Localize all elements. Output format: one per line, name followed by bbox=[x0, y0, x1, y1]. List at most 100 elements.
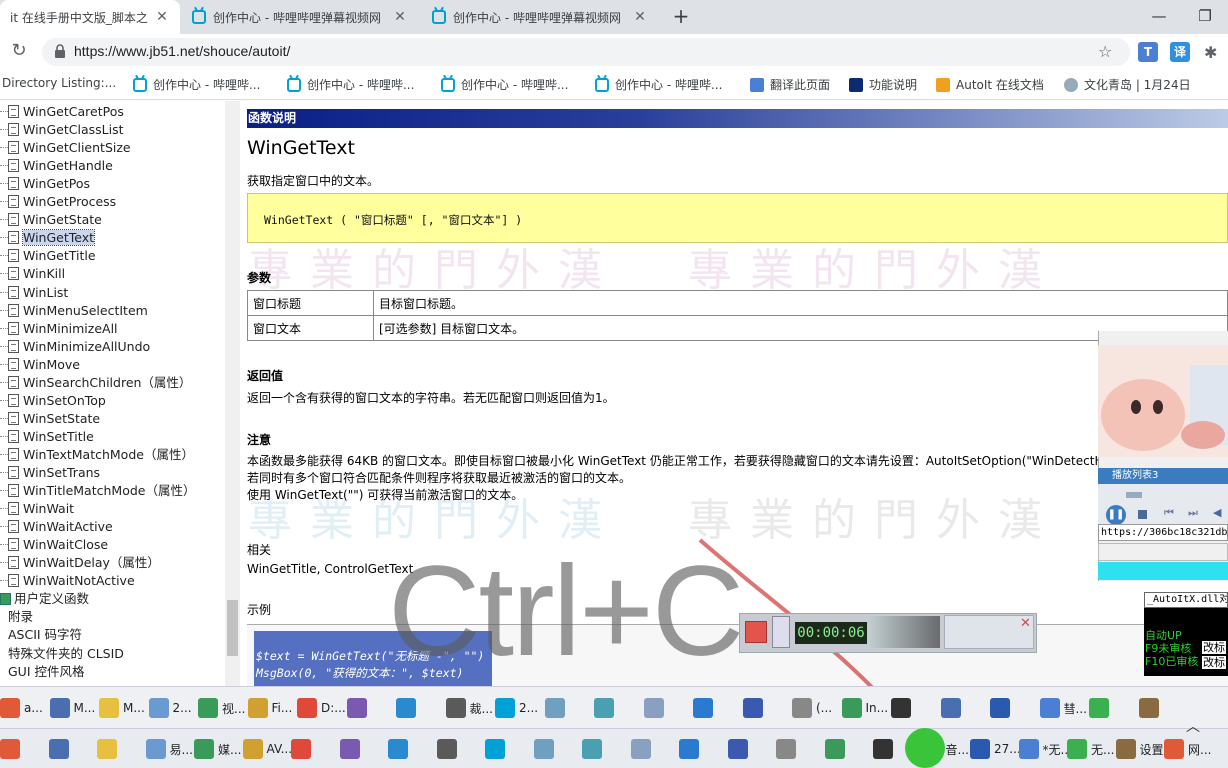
taskbar-row1-item[interactable]: a... bbox=[0, 695, 43, 721]
tree-item[interactable]: WinGetProcess bbox=[0, 193, 116, 211]
bookmark-directory-listing[interactable]: Directory Listing:... bbox=[2, 76, 116, 90]
taskbar-row2-item[interactable] bbox=[0, 736, 24, 762]
minimize-button[interactable]: — bbox=[1136, 0, 1182, 34]
taskbar-row1-item[interactable] bbox=[396, 695, 420, 721]
chevron-up-icon[interactable]: ︿ bbox=[1186, 716, 1200, 736]
bookmark-autoit-docs[interactable]: AutoIt 在线文档 bbox=[936, 76, 1044, 93]
taskbar-row2-item[interactable] bbox=[679, 736, 703, 762]
taskbar-row1-item[interactable] bbox=[891, 695, 915, 721]
taskbar-row1-item[interactable]: 视... bbox=[198, 695, 245, 721]
tree-item[interactable]: WinWaitActive bbox=[0, 518, 113, 536]
taskbar-row2-item[interactable]: 媒... bbox=[194, 736, 241, 762]
bookmark-bilibili-2[interactable]: 创作中心 - 哔哩哔... bbox=[287, 76, 414, 93]
taskbar-row2-item[interactable] bbox=[776, 736, 800, 762]
taskbar-row1-item[interactable]: In... bbox=[841, 695, 888, 721]
tree-item[interactable]: WinSetTrans bbox=[0, 464, 100, 482]
player-scrollbar[interactable] bbox=[1098, 543, 1228, 561]
url-text[interactable]: https://www.jb51.net/shouce/autoit/ bbox=[74, 43, 290, 59]
taskbar-row2-item[interactable] bbox=[388, 736, 412, 762]
taskbar-row1-item[interactable] bbox=[1089, 695, 1113, 721]
tree-folder[interactable]: 附录 bbox=[0, 608, 33, 626]
tree-folder[interactable]: GUI 控件风格 bbox=[0, 663, 85, 681]
taskbar-row2-item[interactable]: 设置 bbox=[1115, 736, 1164, 762]
tree-item[interactable]: WinGetState bbox=[0, 211, 102, 229]
close-icon[interactable]: ✕ bbox=[392, 9, 408, 25]
tab-autoit-manual[interactable]: it 在线手册中文版_脚本之家 ✕ bbox=[0, 0, 180, 34]
taskbar-row1-item[interactable]: (... bbox=[792, 695, 832, 721]
taskbar-row2-item[interactable] bbox=[291, 736, 315, 762]
bookmark-qingdao[interactable]: 文化青岛 | 1月24日 bbox=[1064, 76, 1191, 93]
extensions-puzzle-icon[interactable]: ✱ bbox=[1204, 43, 1217, 62]
taskbar-row1-item[interactable]: 2... bbox=[148, 695, 192, 721]
playlist-label[interactable]: 播放列表3 bbox=[1098, 468, 1228, 484]
taskbar-row2-item[interactable]: AV... bbox=[242, 736, 292, 762]
taskbar-row1-item[interactable]: M... bbox=[99, 695, 145, 721]
pause-icon[interactable]: ❚❚ bbox=[1106, 505, 1126, 525]
taskbar-row2-item[interactable]: 无... bbox=[1067, 736, 1114, 762]
tree-item[interactable]: WinWait bbox=[0, 500, 74, 518]
tree-item[interactable]: WinGetCaretPos bbox=[0, 103, 124, 121]
taskbar-row2-item[interactable]: *无... bbox=[1018, 736, 1072, 762]
tree-item[interactable]: WinSetState bbox=[0, 410, 100, 428]
tree-item[interactable]: WinWaitClose bbox=[0, 536, 108, 554]
translate-extension-icon[interactable]: T bbox=[1138, 42, 1158, 62]
tree-item[interactable]: WinGetText bbox=[0, 229, 96, 247]
taskbar-row1-item[interactable]: 裁... bbox=[445, 695, 493, 721]
tree-item[interactable]: WinGetPos bbox=[0, 175, 90, 193]
taskbar-row1-item[interactable] bbox=[643, 695, 668, 721]
tree-item[interactable]: WinKill bbox=[0, 265, 65, 283]
tree-item[interactable]: WinGetClassList bbox=[0, 121, 124, 139]
bookmark-function-desc[interactable]: 功能说明 bbox=[849, 76, 917, 93]
player-url[interactable]: https://306bc18c321db3 bbox=[1098, 524, 1228, 541]
tree-item[interactable]: WinWaitDelay（属性） bbox=[0, 554, 160, 572]
close-icon[interactable]: ✕ bbox=[1020, 616, 1031, 631]
tree-item[interactable]: WinMenuSelectItem bbox=[0, 302, 148, 320]
video-thumbnail[interactable] bbox=[1098, 345, 1228, 457]
tree-item[interactable]: WinMinimizeAll bbox=[0, 320, 118, 338]
taskbar-row2-item[interactable] bbox=[485, 736, 509, 762]
next-icon[interactable]: ⏭ bbox=[1188, 506, 1198, 520]
tree-item[interactable]: WinSetOnTop bbox=[0, 392, 106, 410]
tree-folder[interactable]: 特殊文件夹的 CLSID bbox=[0, 645, 124, 663]
taskbar-row1-item[interactable] bbox=[742, 695, 767, 721]
tree-scrollbar-thumb[interactable] bbox=[227, 600, 238, 656]
tree-item[interactable]: WinTextMatchMode（属性） bbox=[0, 446, 194, 464]
bookmark-bilibili-4[interactable]: 创作中心 - 哔哩哔... bbox=[595, 76, 722, 93]
taskbar-row2-item[interactable] bbox=[339, 736, 364, 762]
clock-icon[interactable] bbox=[772, 616, 790, 648]
translator-extension-icon[interactable]: 译 bbox=[1170, 42, 1190, 62]
taskbar-row2-item[interactable] bbox=[533, 736, 558, 762]
tree-scrollbar[interactable] bbox=[225, 101, 240, 686]
taskbar-row1-item[interactable] bbox=[990, 695, 1014, 721]
bookmark-star-icon[interactable]: ☆ bbox=[1098, 42, 1112, 61]
reload-icon[interactable]: ↻ bbox=[8, 40, 30, 62]
taskbar-row2-item[interactable] bbox=[630, 736, 655, 762]
taskbar-row1-item[interactable] bbox=[594, 695, 618, 721]
bookmark-bilibili-3[interactable]: 创作中心 - 哔哩哔... bbox=[441, 76, 568, 93]
taskbar-row1-item[interactable]: 彗... bbox=[1039, 695, 1087, 721]
taskbar-row1-item[interactable] bbox=[346, 695, 371, 721]
taskbar-row1-item[interactable]: D:... bbox=[297, 695, 346, 721]
tree-folder[interactable]: 用户定义函数 bbox=[0, 590, 89, 608]
stop-icon[interactable] bbox=[1138, 510, 1147, 519]
record-stop-button[interactable] bbox=[745, 621, 767, 643]
close-icon[interactable]: ✕ bbox=[154, 9, 170, 25]
bookmark-bilibili-1[interactable]: 创作中心 - 哔哩哔... bbox=[133, 76, 260, 93]
tree-item[interactable]: WinGetTitle bbox=[0, 247, 96, 265]
tree-item[interactable]: WinGetHandle bbox=[0, 157, 113, 175]
taskbar-row2-item[interactable] bbox=[582, 736, 606, 762]
taskbar-row2-item[interactable] bbox=[48, 736, 73, 762]
bookmark-translate[interactable]: 翻译此页面 bbox=[750, 76, 830, 93]
lock-icon[interactable] bbox=[54, 44, 66, 58]
maximize-button[interactable]: ❐ bbox=[1182, 0, 1228, 34]
tree-folder[interactable]: ASCII 码字符 bbox=[0, 626, 82, 644]
taskbar-row2-item[interactable]: 27... bbox=[970, 736, 1021, 762]
taskbar-row2-item[interactable]: 易... bbox=[145, 736, 193, 762]
taskbar-row1-item[interactable] bbox=[693, 695, 717, 721]
tree-item[interactable]: WinMinimizeAllUndo bbox=[0, 338, 150, 356]
tab-bilibili-2[interactable]: 创作中心 - 哔哩哔哩弹幕视频网 ✕ bbox=[422, 0, 658, 34]
taskbar-row2-item[interactable] bbox=[436, 736, 461, 762]
seek-thumb[interactable] bbox=[1126, 492, 1142, 498]
taskbar-row1-item[interactable] bbox=[1138, 695, 1163, 721]
close-icon[interactable]: ✕ bbox=[632, 9, 648, 25]
